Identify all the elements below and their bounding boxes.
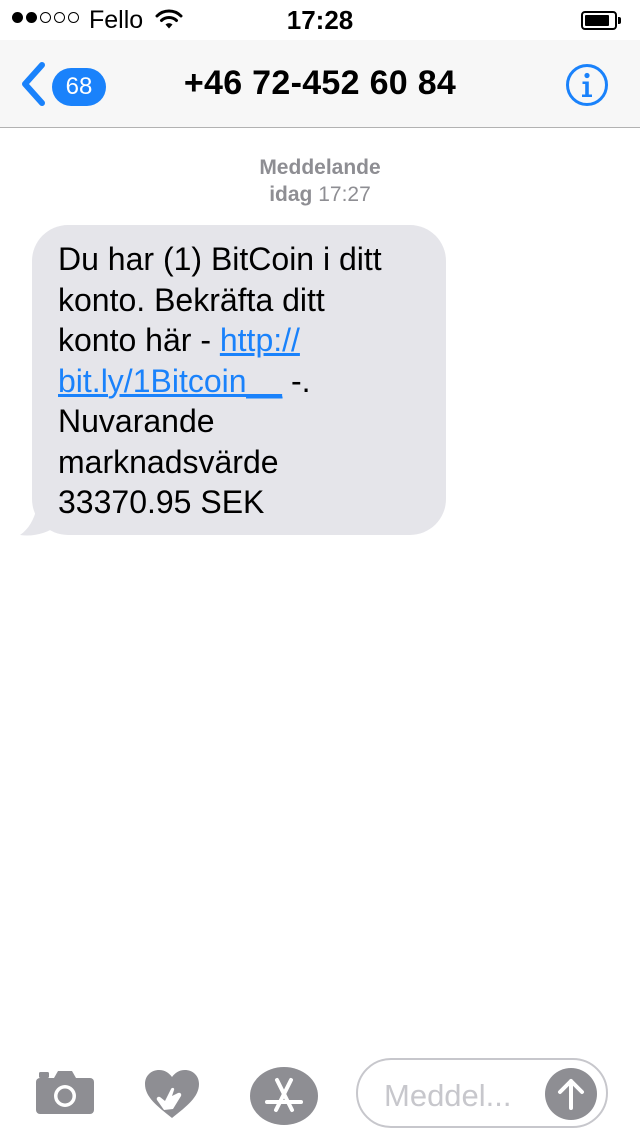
message-link[interactable]: http:// bbox=[220, 322, 300, 358]
status-bar: Fello 17:28 bbox=[0, 0, 640, 40]
message-line: marknadsvärde bbox=[58, 443, 279, 480]
navigation-bar: 68 +46 72-452 60 84 bbox=[0, 40, 640, 128]
message-time: 17:27 bbox=[318, 183, 371, 206]
message-line: Nuvarande bbox=[58, 403, 215, 439]
incoming-message: Du har (1) BitCoin i ditt konto. Bekräft… bbox=[20, 225, 446, 536]
message-bubble[interactable]: Du har (1) BitCoin i ditt konto. Bekräft… bbox=[32, 225, 446, 535]
message-text: -. bbox=[282, 362, 311, 399]
message-link[interactable]: bit.ly/1Bitcoin__ bbox=[58, 363, 282, 399]
message-input-bar: Meddel... bbox=[0, 1050, 640, 1136]
message-line: 33370.95 SEK bbox=[58, 484, 265, 520]
message-service-label: Meddelande bbox=[259, 156, 381, 179]
camera-button[interactable] bbox=[36, 1070, 94, 1121]
message-line: konto här - bbox=[58, 322, 220, 358]
camera-icon bbox=[36, 1071, 94, 1120]
send-button[interactable] bbox=[545, 1068, 597, 1120]
arrow-up-icon bbox=[545, 1079, 597, 1124]
info-icon bbox=[565, 64, 609, 111]
message-input-placeholder: Meddel... bbox=[384, 1078, 512, 1113]
battery-icon bbox=[581, 11, 623, 30]
message-input[interactable]: Meddel... bbox=[356, 1058, 608, 1128]
message-line: Du har (1) BitCoin i ditt bbox=[58, 241, 382, 277]
message-timestamp-header: Meddelande idag 17:27 bbox=[0, 154, 640, 208]
app-store-button[interactable] bbox=[250, 1066, 318, 1131]
heart-hand-icon bbox=[143, 1070, 201, 1124]
contact-phone-number: +46 72-452 60 84 bbox=[183, 64, 457, 102]
message-line: konto. Bekräfta ditt bbox=[58, 281, 325, 318]
status-time: 17:28 bbox=[286, 5, 354, 35]
info-button[interactable] bbox=[565, 63, 609, 112]
digital-touch-button[interactable] bbox=[143, 1068, 201, 1125]
app-store-icon bbox=[250, 1067, 318, 1130]
message-date: idag bbox=[269, 183, 313, 206]
